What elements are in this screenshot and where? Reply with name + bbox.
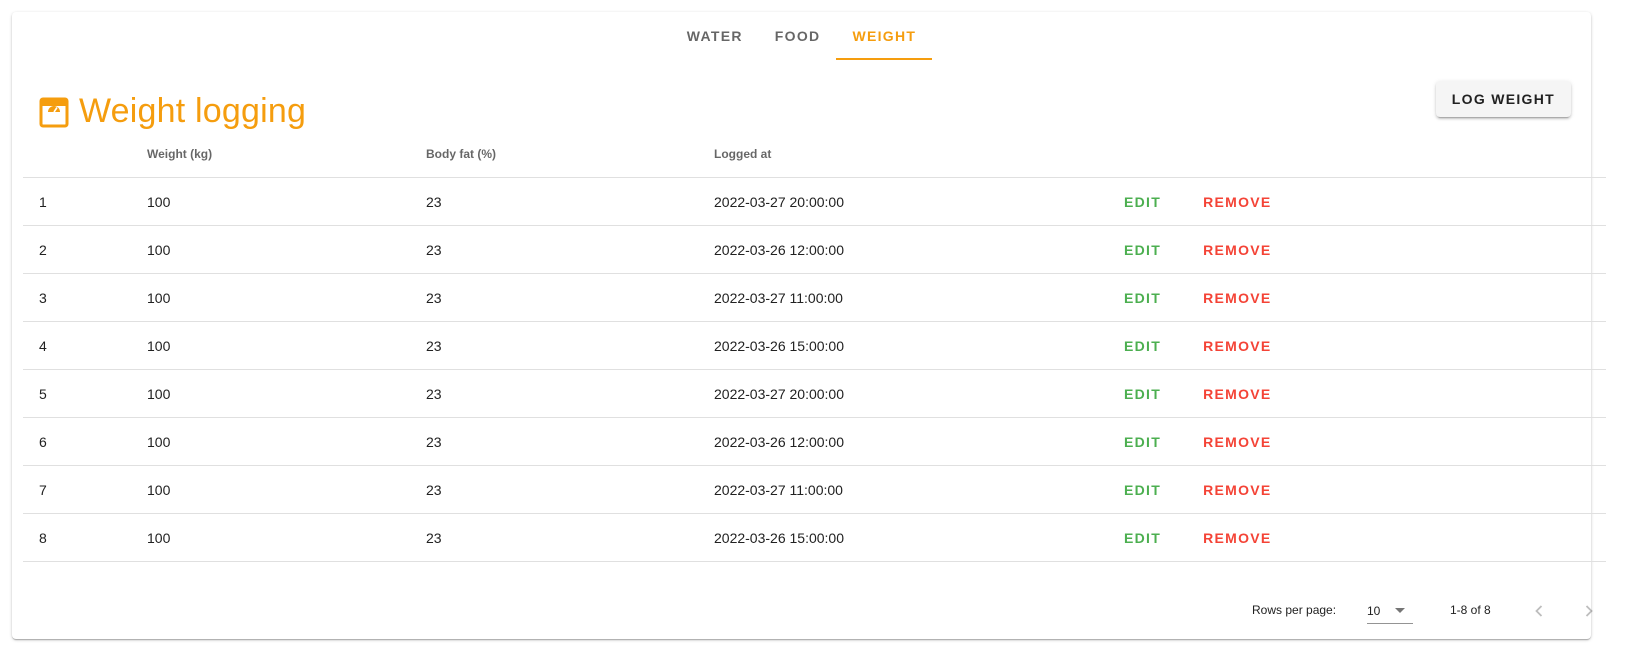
rows-per-page-label: Rows per page: xyxy=(1252,603,1337,617)
cell-weight: 100 xyxy=(147,529,171,546)
edit-button[interactable]: EDIT xyxy=(1116,380,1169,408)
row-actions: EDIT REMOVE xyxy=(1116,524,1280,552)
page-header: Weight logging xyxy=(39,92,306,131)
cell-index: 1 xyxy=(39,193,47,210)
cell-body-fat: 23 xyxy=(426,193,442,210)
tab-water[interactable]: WATER xyxy=(671,12,759,60)
edit-button[interactable]: EDIT xyxy=(1116,188,1169,216)
chevron-right-icon xyxy=(1585,605,1593,617)
cell-logged-at: 2022-03-27 11:00:00 xyxy=(714,289,843,306)
log-weight-button[interactable]: LOG WEIGHT xyxy=(1435,81,1571,117)
remove-button[interactable]: REMOVE xyxy=(1195,524,1279,552)
table-row: 6 100 23 2022-03-26 12:00:00 EDIT REMOVE xyxy=(23,418,1606,466)
cell-logged-at: 2022-03-27 11:00:00 xyxy=(714,481,843,498)
rows-per-page-select[interactable]: 10 xyxy=(1367,599,1413,624)
cell-index: 6 xyxy=(39,433,47,450)
cell-weight: 100 xyxy=(147,385,171,402)
table-row: 8 100 23 2022-03-26 15:00:00 EDIT REMOVE xyxy=(23,514,1606,562)
next-page-button[interactable] xyxy=(1577,599,1601,623)
header-weight: Weight (kg) xyxy=(147,147,213,161)
chevron-left-icon xyxy=(1535,605,1543,617)
caret-down-icon xyxy=(1395,608,1405,613)
remove-button[interactable]: REMOVE xyxy=(1195,332,1279,360)
cell-index: 4 xyxy=(39,337,47,354)
row-actions: EDIT REMOVE xyxy=(1116,188,1280,216)
tab-weight[interactable]: WEIGHT xyxy=(836,12,933,60)
page-title: Weight logging xyxy=(79,92,307,130)
table-row: 7 100 23 2022-03-27 11:00:00 EDIT REMOVE xyxy=(23,466,1606,514)
cell-body-fat: 23 xyxy=(426,481,442,498)
cell-weight: 100 xyxy=(147,433,171,450)
previous-page-button[interactable] xyxy=(1527,599,1551,623)
edit-button[interactable]: EDIT xyxy=(1116,524,1169,552)
cell-logged-at: 2022-03-27 20:00:00 xyxy=(714,385,844,402)
row-actions: EDIT REMOVE xyxy=(1116,476,1280,504)
cell-index: 8 xyxy=(39,529,47,546)
remove-button[interactable]: REMOVE xyxy=(1195,476,1279,504)
weight-card: WATER FOOD WEIGHT Weight logging LOG WEI… xyxy=(12,12,1606,639)
cell-logged-at: 2022-03-27 20:00:00 xyxy=(714,193,844,210)
remove-button[interactable]: REMOVE xyxy=(1195,236,1279,264)
tab-food[interactable]: FOOD xyxy=(759,12,837,60)
rows-per-page-value: 10 xyxy=(1367,604,1381,618)
cell-body-fat: 23 xyxy=(426,289,442,306)
cell-weight: 100 xyxy=(147,289,171,306)
remove-button[interactable]: REMOVE xyxy=(1195,380,1279,408)
table-row: 2 100 23 2022-03-26 12:00:00 EDIT REMOVE xyxy=(23,226,1606,274)
cell-logged-at: 2022-03-26 12:00:00 xyxy=(714,241,844,258)
table-row: 4 100 23 2022-03-26 15:00:00 EDIT REMOVE xyxy=(23,322,1606,370)
row-actions: EDIT REMOVE xyxy=(1116,284,1280,312)
cell-weight: 100 xyxy=(147,337,171,354)
cell-logged-at: 2022-03-26 15:00:00 xyxy=(714,529,844,546)
cell-index: 2 xyxy=(39,241,47,258)
pagination-range: 1-8 of 8 xyxy=(1450,603,1491,617)
edit-button[interactable]: EDIT xyxy=(1116,476,1169,504)
remove-button[interactable]: REMOVE xyxy=(1195,284,1279,312)
cell-body-fat: 23 xyxy=(426,337,442,354)
remove-button[interactable]: REMOVE xyxy=(1195,188,1279,216)
cell-body-fat: 23 xyxy=(426,433,442,450)
weight-table: Weight (kg) Body fat (%) Logged at 1 100… xyxy=(23,131,1606,562)
cell-index: 5 xyxy=(39,385,47,402)
row-actions: EDIT REMOVE xyxy=(1116,236,1280,264)
table-header-row: Weight (kg) Body fat (%) Logged at xyxy=(23,131,1606,178)
cell-weight: 100 xyxy=(147,481,171,498)
cell-index: 7 xyxy=(39,481,47,498)
edit-button[interactable]: EDIT xyxy=(1116,236,1169,264)
scale-icon xyxy=(39,97,69,127)
cell-logged-at: 2022-03-26 15:00:00 xyxy=(714,337,844,354)
remove-button[interactable]: REMOVE xyxy=(1195,428,1279,456)
tab-bar: WATER FOOD WEIGHT xyxy=(12,12,1591,60)
header-body-fat: Body fat (%) xyxy=(426,147,496,161)
row-actions: EDIT REMOVE xyxy=(1116,332,1280,360)
table-row: 1 100 23 2022-03-27 20:00:00 EDIT REMOVE xyxy=(23,178,1606,226)
edit-button[interactable]: EDIT xyxy=(1116,428,1169,456)
cell-body-fat: 23 xyxy=(426,529,442,546)
cell-index: 3 xyxy=(39,289,47,306)
edit-button[interactable]: EDIT xyxy=(1116,284,1169,312)
edit-button[interactable]: EDIT xyxy=(1116,332,1169,360)
cell-body-fat: 23 xyxy=(426,385,442,402)
table-pagination: Rows per page: 10 1-8 of 8 xyxy=(12,599,1593,624)
cell-weight: 100 xyxy=(147,193,171,210)
table-row: 3 100 23 2022-03-27 11:00:00 EDIT REMOVE xyxy=(23,274,1606,322)
cell-weight: 100 xyxy=(147,241,171,258)
row-actions: EDIT REMOVE xyxy=(1116,380,1280,408)
row-actions: EDIT REMOVE xyxy=(1116,428,1280,456)
table-row: 5 100 23 2022-03-27 20:00:00 EDIT REMOVE xyxy=(23,370,1606,418)
cell-body-fat: 23 xyxy=(426,241,442,258)
cell-logged-at: 2022-03-26 12:00:00 xyxy=(714,433,844,450)
header-logged-at: Logged at xyxy=(714,147,772,161)
